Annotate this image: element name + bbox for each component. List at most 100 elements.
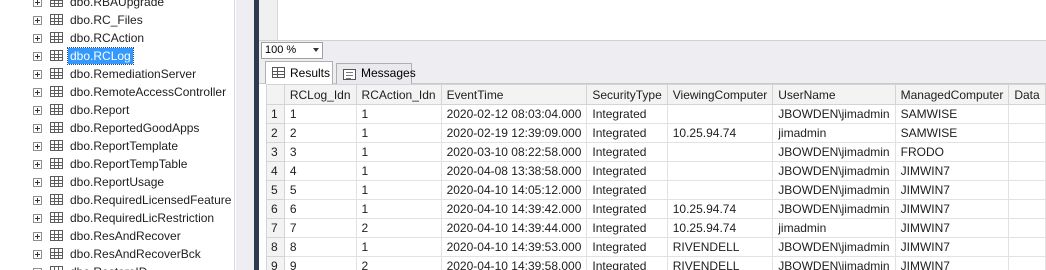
- cell-rcaction-idn[interactable]: 1: [355, 199, 442, 219]
- cell-rcaction-idn[interactable]: 1: [355, 104, 442, 124]
- cell-rcaction-idn[interactable]: 2: [355, 218, 442, 238]
- cell-managedcomputer[interactable]: JIMWIN7: [894, 161, 1010, 181]
- table-row[interactable]: 3 3 1 2020-03-10 08:22:58.000 Integrated JBOW…: [266, 142, 1046, 162]
- row-number[interactable]: 7: [266, 218, 285, 238]
- cell-viewingcomputer[interactable]: RIVENDELL: [666, 256, 774, 270]
- cell-rcaction-idn[interactable]: 1: [355, 161, 442, 181]
- cell-rclog-idn[interactable]: 2: [283, 123, 357, 143]
- tree-item-dbo-rclog[interactable]: dbo.RCLog: [0, 47, 234, 65]
- column-header-data[interactable]: Data: [1008, 84, 1046, 105]
- expand-plus-icon[interactable]: [33, 16, 42, 25]
- cell-securitytype[interactable]: Integrated: [586, 104, 668, 124]
- tree-item-dbo-requiredlicensedfeature[interactable]: dbo.RequiredLicensedFeature: [0, 191, 234, 209]
- expand-plus-icon[interactable]: [33, 0, 42, 7]
- row-number[interactable]: 4: [266, 161, 285, 181]
- cell-rclog-idn[interactable]: 3: [283, 142, 357, 162]
- table-row[interactable]: 6 6 1 2020-04-10 14:39:42.000 Integrated 10.2…: [266, 199, 1046, 219]
- cell-username[interactable]: JBOWDEN\jimadmin: [772, 199, 896, 219]
- cell-viewingcomputer[interactable]: [666, 104, 774, 124]
- expand-plus-icon[interactable]: [33, 70, 42, 79]
- tree-item-dbo-reportedgoodapps[interactable]: dbo.ReportedGoodApps: [0, 119, 234, 137]
- cell-rcaction-idn[interactable]: 1: [355, 180, 442, 200]
- cell-viewingcomputer[interactable]: 10.25.94.74: [666, 218, 774, 238]
- expand-plus-icon[interactable]: [33, 34, 42, 43]
- cell-eventtime[interactable]: 2020-04-10 14:39:58.000: [440, 256, 588, 270]
- cell-securitytype[interactable]: Integrated: [586, 123, 668, 143]
- expand-plus-icon[interactable]: [33, 196, 42, 205]
- cell-username[interactable]: JBOWDEN\jimadmin: [772, 142, 896, 162]
- tree-item-dbo-requiredlicrestriction[interactable]: dbo.RequiredLicRestriction: [0, 209, 234, 227]
- expand-plus-icon[interactable]: [33, 160, 42, 169]
- tree-item-dbo-reporttemplate[interactable]: dbo.ReportTemplate: [0, 137, 234, 155]
- row-number[interactable]: 2: [266, 123, 285, 143]
- cell-managedcomputer[interactable]: JIMWIN7: [894, 199, 1010, 219]
- tree-item-dbo-reportusage[interactable]: dbo.ReportUsage: [0, 173, 234, 191]
- tree-item-dbo-remoteaccesscontroller[interactable]: dbo.RemoteAccessController: [0, 83, 234, 101]
- tab-results[interactable]: Results: [265, 61, 333, 85]
- table-row[interactable]: 5 5 1 2020-04-10 14:05:12.000 Integrated JBOW…: [266, 180, 1046, 200]
- results-grid[interactable]: RCLog_Idn RCAction_Idn EventTime SecurityTy…: [259, 84, 1046, 270]
- cell-eventtime[interactable]: 2020-04-10 14:39:44.000: [440, 218, 588, 238]
- cell-managedcomputer[interactable]: JIMWIN7: [894, 180, 1010, 200]
- expand-plus-icon[interactable]: [33, 52, 42, 61]
- cell-data[interactable]: [1008, 256, 1046, 270]
- grid-corner[interactable]: [266, 84, 285, 105]
- cell-eventtime[interactable]: 2020-02-19 12:39:09.000: [440, 123, 588, 143]
- cell-data[interactable]: [1008, 237, 1046, 257]
- cell-viewingcomputer[interactable]: [666, 142, 774, 162]
- cell-data[interactable]: [1008, 161, 1046, 181]
- cell-username[interactable]: jimadmin: [772, 123, 896, 143]
- query-text-area[interactable]: [277, 0, 1046, 40]
- row-number[interactable]: 1: [266, 104, 285, 124]
- cell-username[interactable]: JBOWDEN\jimadmin: [772, 104, 896, 124]
- cell-securitytype[interactable]: Integrated: [586, 237, 668, 257]
- column-header-managedcomputer[interactable]: ManagedComputer: [894, 84, 1010, 105]
- cell-rcaction-idn[interactable]: 2: [355, 256, 442, 270]
- cell-rclog-idn[interactable]: 1: [283, 104, 357, 124]
- cell-eventtime[interactable]: 2020-02-12 08:03:04.000: [440, 104, 588, 124]
- cell-username[interactable]: jimadmin: [772, 218, 896, 238]
- row-number[interactable]: 9: [266, 256, 285, 270]
- tab-messages[interactable]: Messages: [336, 63, 416, 84]
- cell-username[interactable]: JBOWDEN\jimadmin: [772, 237, 896, 257]
- cell-viewingcomputer[interactable]: RIVENDELL: [666, 237, 774, 257]
- cell-data[interactable]: [1008, 180, 1046, 200]
- cell-rclog-idn[interactable]: 5: [283, 180, 357, 200]
- cell-rcaction-idn[interactable]: 1: [355, 237, 442, 257]
- expand-plus-icon[interactable]: [33, 124, 42, 133]
- expand-plus-icon[interactable]: [33, 232, 42, 241]
- cell-viewingcomputer[interactable]: [666, 161, 774, 181]
- row-number[interactable]: 5: [266, 180, 285, 200]
- expand-plus-icon[interactable]: [33, 88, 42, 97]
- column-header-eventtime[interactable]: EventTime: [440, 84, 588, 105]
- cell-eventtime[interactable]: 2020-04-10 14:39:53.000: [440, 237, 588, 257]
- cell-securitytype[interactable]: Integrated: [586, 142, 668, 162]
- expand-plus-icon[interactable]: [33, 250, 42, 259]
- cell-eventtime[interactable]: 2020-04-10 14:39:42.000: [440, 199, 588, 219]
- pane-splitter[interactable]: [236, 0, 254, 270]
- zoom-dropdown[interactable]: 100 %: [261, 42, 323, 59]
- cell-data[interactable]: [1008, 142, 1046, 162]
- column-header-securitytype[interactable]: SecurityType: [586, 84, 668, 105]
- cell-securitytype[interactable]: Integrated: [586, 180, 668, 200]
- row-number[interactable]: 6: [266, 199, 285, 219]
- cell-managedcomputer[interactable]: FRODO: [894, 142, 1010, 162]
- cell-data[interactable]: [1008, 123, 1046, 143]
- cell-securitytype[interactable]: Integrated: [586, 218, 668, 238]
- expand-plus-icon[interactable]: [33, 178, 42, 187]
- column-header-username[interactable]: UserName: [772, 84, 896, 105]
- cell-eventtime[interactable]: 2020-04-08 13:38:58.000: [440, 161, 588, 181]
- cell-rclog-idn[interactable]: 7: [283, 218, 357, 238]
- cell-managedcomputer[interactable]: JIMWIN7: [894, 237, 1010, 257]
- cell-securitytype[interactable]: Integrated: [586, 199, 668, 219]
- cell-rclog-idn[interactable]: 4: [283, 161, 357, 181]
- cell-eventtime[interactable]: 2020-04-10 14:05:12.000: [440, 180, 588, 200]
- cell-username[interactable]: JBOWDEN\jimadmin: [772, 256, 896, 270]
- tree-item-dbo-remediationserver[interactable]: dbo.RemediationServer: [0, 65, 234, 83]
- tree-item-dbo-resandrecover[interactable]: dbo.ResAndRecover: [0, 227, 234, 245]
- cell-username[interactable]: JBOWDEN\jimadmin: [772, 180, 896, 200]
- expand-plus-icon[interactable]: [33, 142, 42, 151]
- cell-viewingcomputer[interactable]: 10.25.94.74: [666, 199, 774, 219]
- cell-securitytype[interactable]: Integrated: [586, 256, 668, 270]
- row-number[interactable]: 8: [266, 237, 285, 257]
